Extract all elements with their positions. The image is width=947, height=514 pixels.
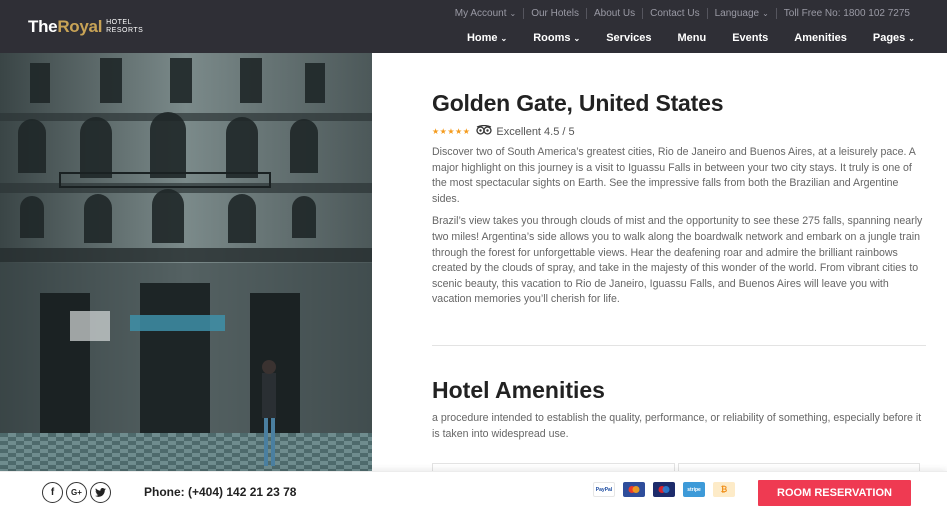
room-reservation-button[interactable]: ROOM RESERVATION <box>758 480 911 506</box>
nav-item-amenities[interactable]: Amenities <box>794 32 847 44</box>
paypal-icon: PayPal <box>593 482 615 497</box>
building-illustration <box>0 53 372 471</box>
hotel-description-1: Discover two of South America’s greatest… <box>432 146 916 205</box>
nav-item-services[interactable]: Services <box>606 32 651 44</box>
nav-item-menu[interactable]: Menu <box>677 32 706 44</box>
nav-item-home[interactable]: Home ⌄ <box>467 32 507 44</box>
maestro-icon <box>653 482 675 497</box>
phone-number: Phone: (+404) 142 21 23 78 <box>144 485 297 499</box>
topbar-toll-free: Toll Free No: 1800 102 7275 <box>775 8 917 19</box>
hotel-rating: ★★★★★ Excellent 4.5 / 5 <box>432 124 926 138</box>
hotel-title: Golden Gate, United States <box>432 90 724 116</box>
topbar-language[interactable]: Language ⌄ <box>706 8 776 19</box>
amenities-title: Hotel Amenities <box>432 377 605 403</box>
star-rating-icon: ★★★★★ <box>432 127 471 136</box>
topbar-about-us[interactable]: About Us <box>585 8 642 19</box>
mastercard-icon <box>623 482 645 497</box>
brand-logo[interactable]: The Royal HOTEL RESORTS <box>28 17 143 37</box>
tripadvisor-icon <box>476 124 493 138</box>
nav-item-rooms[interactable]: Rooms ⌄ <box>533 32 580 44</box>
logo-subtitle: HOTEL RESORTS <box>106 19 143 35</box>
logo-text-the: The <box>28 17 58 36</box>
logo-sub-hotel: HOTEL <box>106 19 132 26</box>
bitcoin-icon: ₿ <box>713 482 735 497</box>
payment-methods: PayPal stripe ₿ <box>593 482 743 497</box>
topbar-my-account[interactable]: My Account ⌄ <box>448 8 523 19</box>
amenities-description: a procedure intended to establish the qu… <box>432 412 922 440</box>
site-header: The Royal HOTEL RESORTS My Account ⌄ Our H… <box>0 0 947 53</box>
chevron-down-icon: ⌄ <box>908 34 915 43</box>
social-links: f G+ <box>42 482 114 503</box>
chevron-down-icon: ⌄ <box>762 9 769 18</box>
logo-text-royal: Royal <box>57 17 103 36</box>
topbar-our-hotels[interactable]: Our Hotels <box>523 8 586 19</box>
bottom-bar: f G+ Phone: (+404) 142 21 23 78 PayPal s… <box>0 471 947 514</box>
chevron-down-icon: ⌄ <box>573 34 581 43</box>
chevron-down-icon: ⌄ <box>500 34 508 43</box>
hotel-building-photo <box>0 53 372 471</box>
hotel-description-2: Brazil’s view takes you through clouds o… <box>432 215 923 306</box>
top-utility-bar: My Account ⌄ Our Hotels About Us Contact … <box>448 8 917 19</box>
main-nav: Home ⌄ Rooms ⌄ Services Menu Events Amenit… <box>441 32 915 44</box>
nav-item-pages[interactable]: Pages ⌄ <box>873 32 915 44</box>
chevron-down-icon: ⌄ <box>509 9 517 18</box>
topbar-contact-us[interactable]: Contact Us <box>642 8 706 19</box>
google-plus-icon[interactable]: G+ <box>66 482 87 503</box>
facebook-icon[interactable]: f <box>42 482 63 503</box>
section-divider <box>432 345 926 346</box>
stripe-icon: stripe <box>683 482 705 497</box>
twitter-icon[interactable] <box>90 482 111 503</box>
nav-item-events[interactable]: Events <box>732 32 768 44</box>
hotel-details: Golden Gate, United States ★★★★★ Excelle… <box>432 90 926 308</box>
rating-text: Excellent 4.5 / 5 <box>496 125 575 138</box>
logo-sub-resorts: RESORTS <box>106 27 144 34</box>
